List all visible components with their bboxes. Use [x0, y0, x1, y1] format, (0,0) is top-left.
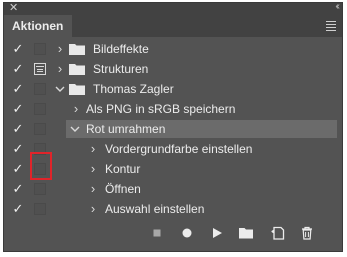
checkmark-icon[interactable]: ✓	[11, 162, 25, 176]
checkmark-icon[interactable]: ✓	[11, 102, 25, 116]
trash-icon[interactable]	[299, 225, 315, 241]
new-item-icon[interactable]	[270, 225, 286, 241]
dialog-toggle[interactable]	[34, 123, 46, 135]
step-label: Vordergrundfarbe einstellen	[105, 142, 253, 156]
record-icon[interactable]	[179, 225, 195, 241]
chevron-right-icon[interactable]: ›	[87, 161, 99, 177]
checkmark-icon[interactable]: ✓	[11, 62, 25, 76]
list-item[interactable]: ✓ › Kontur	[4, 159, 342, 179]
actions-toolbar	[4, 218, 342, 248]
folder-icon	[69, 44, 85, 55]
stop-icon[interactable]	[149, 225, 165, 241]
actions-panel: ✕ ‹‹ Aktionen ✓ › Bildeffekte ✓ › Strukt…	[3, 1, 343, 252]
folder-icon	[69, 64, 85, 75]
chevron-down-icon[interactable]	[69, 124, 81, 134]
checkmark-icon[interactable]: ✓	[11, 182, 25, 196]
close-icon[interactable]: ✕	[9, 2, 18, 14]
checkmark-icon[interactable]: ✓	[11, 42, 25, 56]
chevron-right-icon[interactable]: ›	[70, 101, 82, 117]
set-label: Strukturen	[93, 62, 149, 76]
play-icon[interactable]	[209, 225, 225, 241]
chevron-right-icon[interactable]: ›	[87, 181, 99, 197]
action-label: Rot umrahmen	[86, 122, 166, 136]
dialog-toggle[interactable]	[34, 183, 46, 195]
step-label: Kontur	[105, 162, 141, 176]
checkmark-icon[interactable]: ✓	[11, 202, 25, 216]
chevron-right-icon[interactable]: ›	[87, 141, 99, 157]
chevron-right-icon[interactable]: ›	[54, 61, 66, 77]
dialog-toggle[interactable]	[34, 63, 46, 75]
list-item[interactable]: ✓ › Strukturen	[4, 59, 342, 79]
highlight-frame	[30, 152, 52, 180]
list-item[interactable]: ✓ Thomas Zagler	[4, 79, 342, 99]
step-label: Auswahl einstellen	[105, 202, 205, 216]
folder-icon	[69, 84, 85, 95]
panel-title-strip: ✕ ‹‹	[4, 1, 342, 15]
step-label: Öffnen	[105, 182, 141, 196]
checkmark-icon[interactable]: ✓	[11, 122, 25, 136]
panel-tab-bar: Aktionen	[4, 15, 342, 37]
hamburger-menu-icon[interactable]	[326, 21, 336, 31]
list-item[interactable]: ✓ › Bildeffekte	[4, 39, 342, 59]
dialog-toggle[interactable]	[34, 83, 46, 95]
action-label: Als PNG in sRGB speichern	[86, 102, 236, 116]
list-item-selected[interactable]: ✓ Rot umrahmen	[4, 119, 342, 139]
folder-icon[interactable]	[238, 225, 254, 241]
collapse-arrows-icon[interactable]: ‹‹	[335, 1, 339, 13]
list-item[interactable]: ✓ › Auswahl einstellen	[4, 199, 342, 219]
chevron-down-icon[interactable]	[54, 84, 66, 94]
chevron-right-icon[interactable]: ›	[87, 201, 99, 217]
list-item[interactable]: ✓ › Öffnen	[4, 179, 342, 199]
tab-aktionen[interactable]: Aktionen	[4, 15, 72, 37]
list-item[interactable]: ✓ › Vordergrundfarbe einstellen	[4, 139, 342, 159]
set-label: Bildeffekte	[93, 42, 149, 56]
checkmark-icon[interactable]: ✓	[11, 142, 25, 156]
set-label: Thomas Zagler	[93, 82, 174, 96]
list-item[interactable]: ✓ › Als PNG in sRGB speichern	[4, 99, 342, 119]
dialog-toggle[interactable]	[34, 103, 46, 115]
chevron-right-icon[interactable]: ›	[54, 41, 66, 57]
dialog-toggle[interactable]	[34, 43, 46, 55]
dialog-toggle[interactable]	[34, 203, 46, 215]
checkmark-icon[interactable]: ✓	[11, 82, 25, 96]
